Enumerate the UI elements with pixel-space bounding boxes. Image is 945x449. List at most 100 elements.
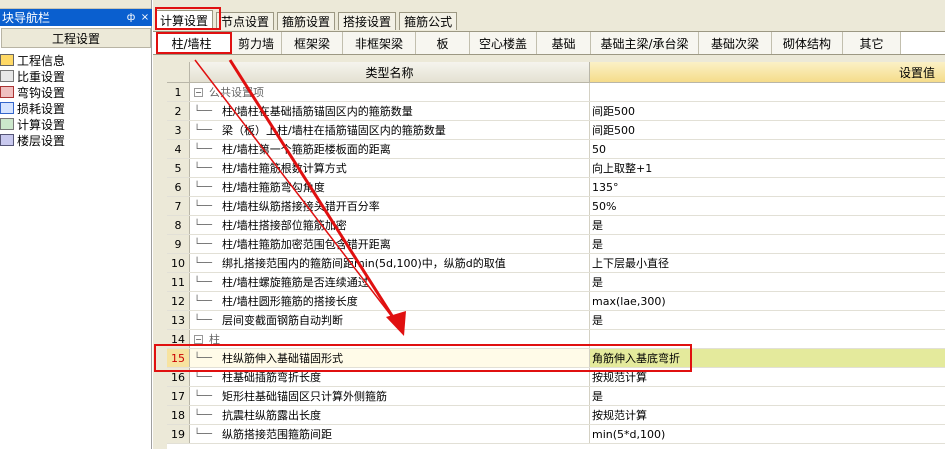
row-name: 柱/墙柱第一个箍筋距楼板面的距离 <box>222 143 391 156</box>
table-row[interactable]: 8 └── 柱/墙柱搭接部位箍筋加密 是 <box>167 216 945 235</box>
sub-tab[interactable]: 剪力墙 <box>231 32 282 54</box>
table-row[interactable]: 9 └── 柱/墙柱箍筋加密范围包含错开距离 是 <box>167 235 945 254</box>
table-row[interactable]: 4 └── 柱/墙柱第一个箍筋距楼板面的距离 50 <box>167 140 945 159</box>
row-value[interactable]: 角筋伸入基底弯折 <box>590 349 945 367</box>
sub-tab[interactable]: 其它 <box>843 32 901 54</box>
row-name-cell: − 公共设置项 <box>190 83 590 101</box>
sub-tab[interactable]: 砌体结构 <box>772 32 843 54</box>
sub-tab[interactable]: 柱/墙柱 <box>153 32 231 54</box>
row-value[interactable]: 是 <box>590 216 945 234</box>
sub-tab[interactable]: 框架梁 <box>282 32 343 54</box>
row-name-cell: └── 柱/墙柱纵筋搭接接头错开百分率 <box>190 197 590 215</box>
nav-item[interactable]: 计算设置 <box>0 115 152 133</box>
row-name: 柱 <box>209 333 220 346</box>
ruler-icon <box>0 70 14 82</box>
table-row[interactable]: 1− 公共设置项 <box>167 83 945 102</box>
tree-line-icon: └── <box>194 181 213 193</box>
table-row[interactable]: 16 └── 柱基础插筋弯折长度 按规范计算 <box>167 368 945 387</box>
row-value[interactable]: max(lae,300) <box>590 292 945 310</box>
row-name: 柱/墙柱圆形箍筋的搭接长度 <box>222 295 358 308</box>
nav-item[interactable]: 弯钩设置 <box>0 84 152 100</box>
navigation-panel: 块导航栏 ф × 工程设置 工程信息 比重设置 弯钩设置 损耗设置 计算设置 楼层设置 <box>0 0 152 449</box>
nav-item[interactable]: 楼层设置 <box>0 132 152 148</box>
sub-tab[interactable]: 基础主梁/承台梁 <box>591 32 699 54</box>
top-tab[interactable]: 箍筋设置 <box>277 12 336 30</box>
collapse-icon[interactable]: − <box>194 334 203 344</box>
table-row[interactable]: 13 └── 层间变截面钢筋自动判断 是 <box>167 311 945 330</box>
nav-item[interactable]: 损耗设置 <box>0 100 152 116</box>
row-number: 8 <box>167 216 190 234</box>
row-value[interactable]: 向上取整+1 <box>590 159 945 177</box>
table-row[interactable]: 2 └── 柱/墙柱在基础插筋锚固区内的箍筋数量 间距500 <box>167 102 945 121</box>
table-row[interactable]: 17 └── 矩形柱基础锚固区只计算外侧箍筋 是 <box>167 387 945 406</box>
row-value[interactable]: 上下层最小直径 <box>590 254 945 272</box>
nav-section-header[interactable]: 工程设置 <box>1 28 151 48</box>
row-value[interactable]: 是 <box>590 387 945 405</box>
row-value[interactable]: min(5*d,100) <box>590 425 945 443</box>
row-value[interactable]: 是 <box>590 311 945 329</box>
row-name-cell: └── 柱/墙柱螺旋箍筋是否连续通过 <box>190 273 590 291</box>
pin-icon[interactable]: ф <box>124 12 138 23</box>
table-row[interactable]: 15 └── 柱纵筋伸入基础锚固形式 角筋伸入基底弯折 <box>167 349 945 368</box>
row-value[interactable]: 50% <box>590 197 945 215</box>
close-icon[interactable]: × <box>138 12 152 23</box>
top-tab[interactable]: 箍筋公式 <box>399 12 458 30</box>
nav-item[interactable]: 工程信息 <box>0 52 152 68</box>
row-name: 柱/墙柱箍筋弯勾角度 <box>222 181 325 194</box>
row-number: 7 <box>167 197 190 215</box>
nav-item[interactable]: 比重设置 <box>0 68 152 84</box>
tree-line-icon: └── <box>194 409 213 421</box>
row-number: 18 <box>167 406 190 424</box>
tree-line-icon: └── <box>194 105 213 117</box>
row-number: 1 <box>167 83 190 101</box>
row-value[interactable]: 是 <box>590 273 945 291</box>
tree-line-icon: └── <box>194 276 213 288</box>
tree-line-icon: └── <box>194 162 213 174</box>
collapse-icon[interactable]: − <box>194 87 203 97</box>
sub-tab[interactable]: 基础次梁 <box>699 32 772 54</box>
row-name-cell: └── 纵筋搭接范围箍筋间距 <box>190 425 590 443</box>
floors-icon <box>0 134 14 146</box>
row-value[interactable]: 是 <box>590 235 945 253</box>
main-area: 计算设置 节点设置 箍筋设置 搭接设置 箍筋公式 柱/墙柱 剪力墙 框架梁 非框架梁板空心楼盖… <box>153 0 945 449</box>
tree-line-icon: └── <box>194 295 213 307</box>
row-number: 4 <box>167 140 190 158</box>
row-value[interactable]: 135° <box>590 178 945 196</box>
header-value[interactable]: 设置值 <box>590 62 945 83</box>
tree-line-icon: └── <box>194 371 213 383</box>
magnifier-doc-icon <box>0 54 14 66</box>
header-name[interactable]: 类型名称 <box>190 62 590 83</box>
row-name: 柱/墙柱箍筋根数计算方式 <box>222 162 347 175</box>
table-row[interactable]: 7 └── 柱/墙柱纵筋搭接接头错开百分率 50% <box>167 197 945 216</box>
row-value[interactable]: 间距500 <box>590 121 945 139</box>
tree-line-icon: └── <box>194 314 213 326</box>
top-tab[interactable]: 搭接设置 <box>338 12 397 30</box>
row-value[interactable]: 按规范计算 <box>590 406 945 424</box>
table-row[interactable]: 14− 柱 <box>167 330 945 349</box>
grid-header: 类型名称 设置值 <box>167 62 945 83</box>
table-row[interactable]: 5 └── 柱/墙柱箍筋根数计算方式 向上取整+1 <box>167 159 945 178</box>
sub-tab[interactable]: 非框架梁 <box>343 32 416 54</box>
table-row[interactable]: 19 └── 纵筋搭接范围箍筋间距 min(5*d,100) <box>167 425 945 444</box>
top-tab[interactable]: 节点设置 <box>216 12 275 30</box>
row-value[interactable]: 按规范计算 <box>590 368 945 386</box>
row-name: 抗震柱纵筋露出长度 <box>222 409 321 422</box>
table-row[interactable]: 6 └── 柱/墙柱箍筋弯勾角度 135° <box>167 178 945 197</box>
table-row[interactable]: 18 └── 抗震柱纵筋露出长度 按规范计算 <box>167 406 945 425</box>
row-number: 2 <box>167 102 190 120</box>
row-name: 柱/墙柱纵筋搭接接头错开百分率 <box>222 200 380 213</box>
row-name-cell: └── 梁（板）上柱/墙柱在插筋锚固区内的箍筋数量 <box>190 121 590 139</box>
table-row[interactable]: 10 └── 绑扎搭接范围内的箍筋间距min(5d,100)中，纵筋d的取值 上下层最… <box>167 254 945 273</box>
row-name: 柱/墙柱箍筋加密范围包含错开距离 <box>222 238 391 251</box>
table-row[interactable]: 11 └── 柱/墙柱螺旋箍筋是否连续通过 是 <box>167 273 945 292</box>
table-row[interactable]: 3 └── 梁（板）上柱/墙柱在插筋锚固区内的箍筋数量 间距500 <box>167 121 945 140</box>
row-value[interactable]: 50 <box>590 140 945 158</box>
table-row[interactable]: 12 └── 柱/墙柱圆形箍筋的搭接长度 max(lae,300) <box>167 292 945 311</box>
row-value[interactable]: 间距500 <box>590 102 945 120</box>
top-tab[interactable]: 计算设置 <box>155 10 214 30</box>
nav-item-label: 比重设置 <box>17 69 66 84</box>
sub-tab[interactable]: 板 <box>416 32 470 54</box>
sub-tab[interactable]: 空心楼盖 <box>470 32 537 54</box>
row-name: 梁（板）上柱/墙柱在插筋锚固区内的箍筋数量 <box>222 124 446 137</box>
sub-tab[interactable]: 基础 <box>537 32 591 54</box>
